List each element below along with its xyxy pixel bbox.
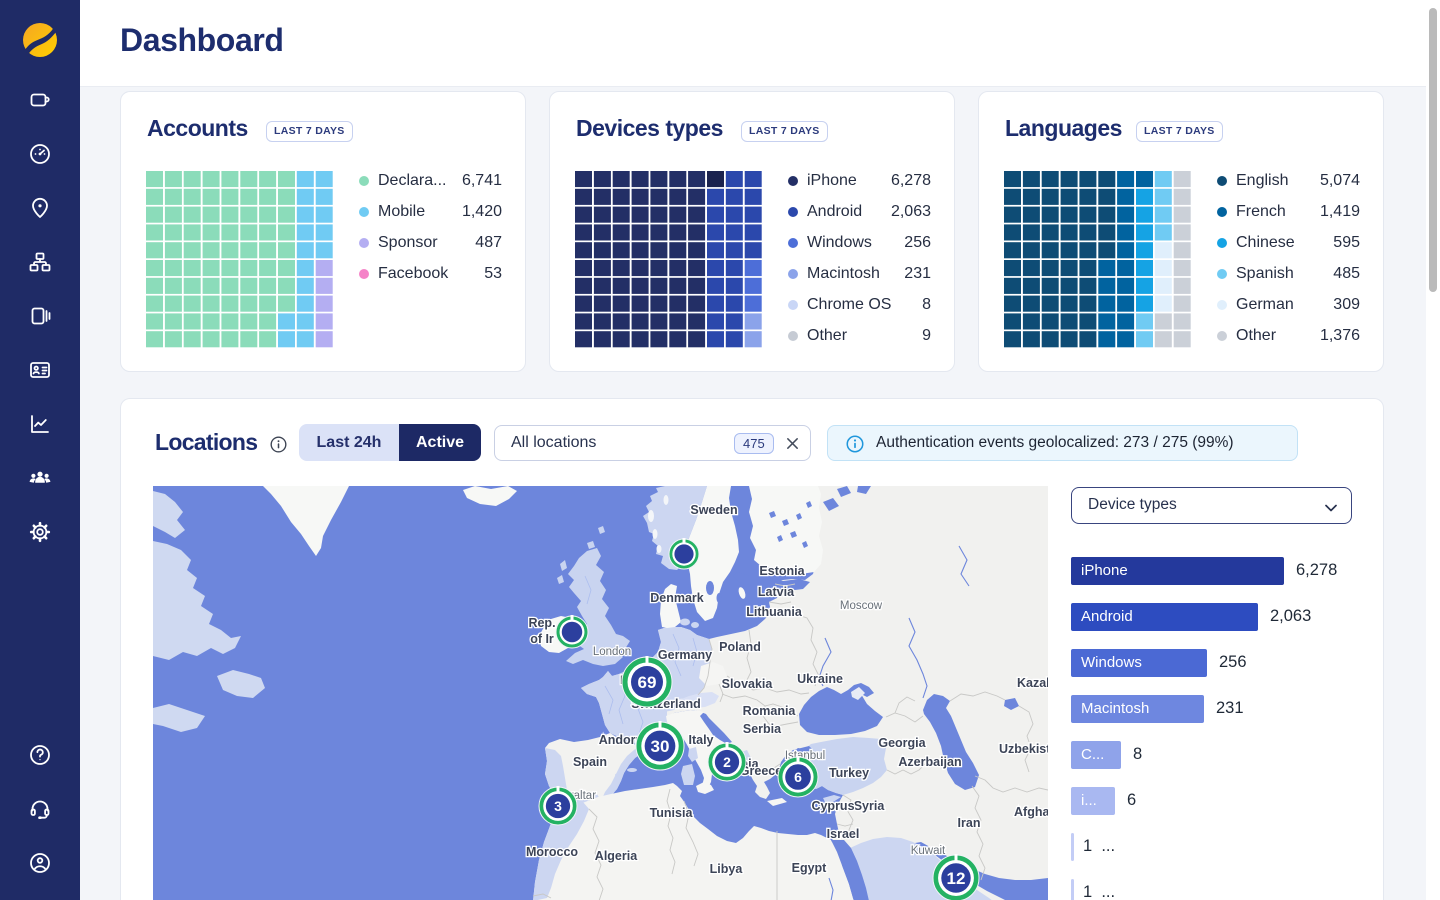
svg-text:Denmark: Denmark [650, 591, 704, 605]
svg-text:2: 2 [723, 754, 731, 770]
svg-text:Lithuania: Lithuania [746, 605, 803, 619]
svg-text:6: 6 [794, 769, 802, 785]
svg-text:30: 30 [651, 737, 670, 756]
svg-text:Algeria: Algeria [595, 849, 638, 863]
svg-text:Kazakhstan: Kazakhstan [1017, 676, 1048, 690]
svg-text:Iran: Iran [958, 816, 981, 830]
svg-text:London: London [593, 646, 631, 658]
svg-text:Poland: Poland [719, 640, 761, 654]
svg-text:Sweden: Sweden [690, 503, 737, 517]
svg-text:of Ir: of Ir [530, 632, 554, 646]
svg-text:Israel: Israel [827, 827, 860, 841]
svg-text:Latvia: Latvia [758, 585, 795, 599]
svg-text:Serbia: Serbia [743, 722, 782, 736]
svg-text:Spain: Spain [573, 755, 607, 769]
svg-text:Ukraine: Ukraine [797, 672, 843, 686]
svg-text:Uzbekistan: Uzbekistan [999, 742, 1048, 756]
svg-text:Moscow: Moscow [840, 600, 883, 612]
svg-text:Libya: Libya [710, 862, 744, 876]
svg-text:Estonia: Estonia [759, 564, 805, 578]
svg-text:Syria: Syria [854, 799, 886, 813]
svg-text:Afghanistan: Afghanistan [1014, 805, 1048, 819]
svg-text:Tunisia: Tunisia [650, 806, 694, 820]
svg-text:69: 69 [638, 673, 657, 692]
svg-text:Romania: Romania [743, 704, 797, 718]
svg-text:12: 12 [947, 869, 966, 888]
svg-text:Slovakia: Slovakia [722, 677, 774, 691]
svg-text:Egypt: Egypt [792, 861, 828, 875]
svg-text:Germany: Germany [658, 648, 712, 662]
svg-text:Turkey: Turkey [829, 766, 869, 780]
svg-text:Azerbaijan: Azerbaijan [898, 755, 961, 769]
svg-text:Cyprus: Cyprus [811, 799, 854, 813]
svg-text:Rep.: Rep. [528, 616, 555, 630]
svg-text:3: 3 [554, 798, 562, 814]
svg-text:Georgia: Georgia [878, 736, 926, 750]
svg-text:Italy: Italy [688, 733, 713, 747]
svg-text:Greece: Greece [740, 764, 782, 778]
svg-text:Kuwait: Kuwait [911, 845, 946, 857]
svg-text:Morocco: Morocco [526, 845, 578, 859]
